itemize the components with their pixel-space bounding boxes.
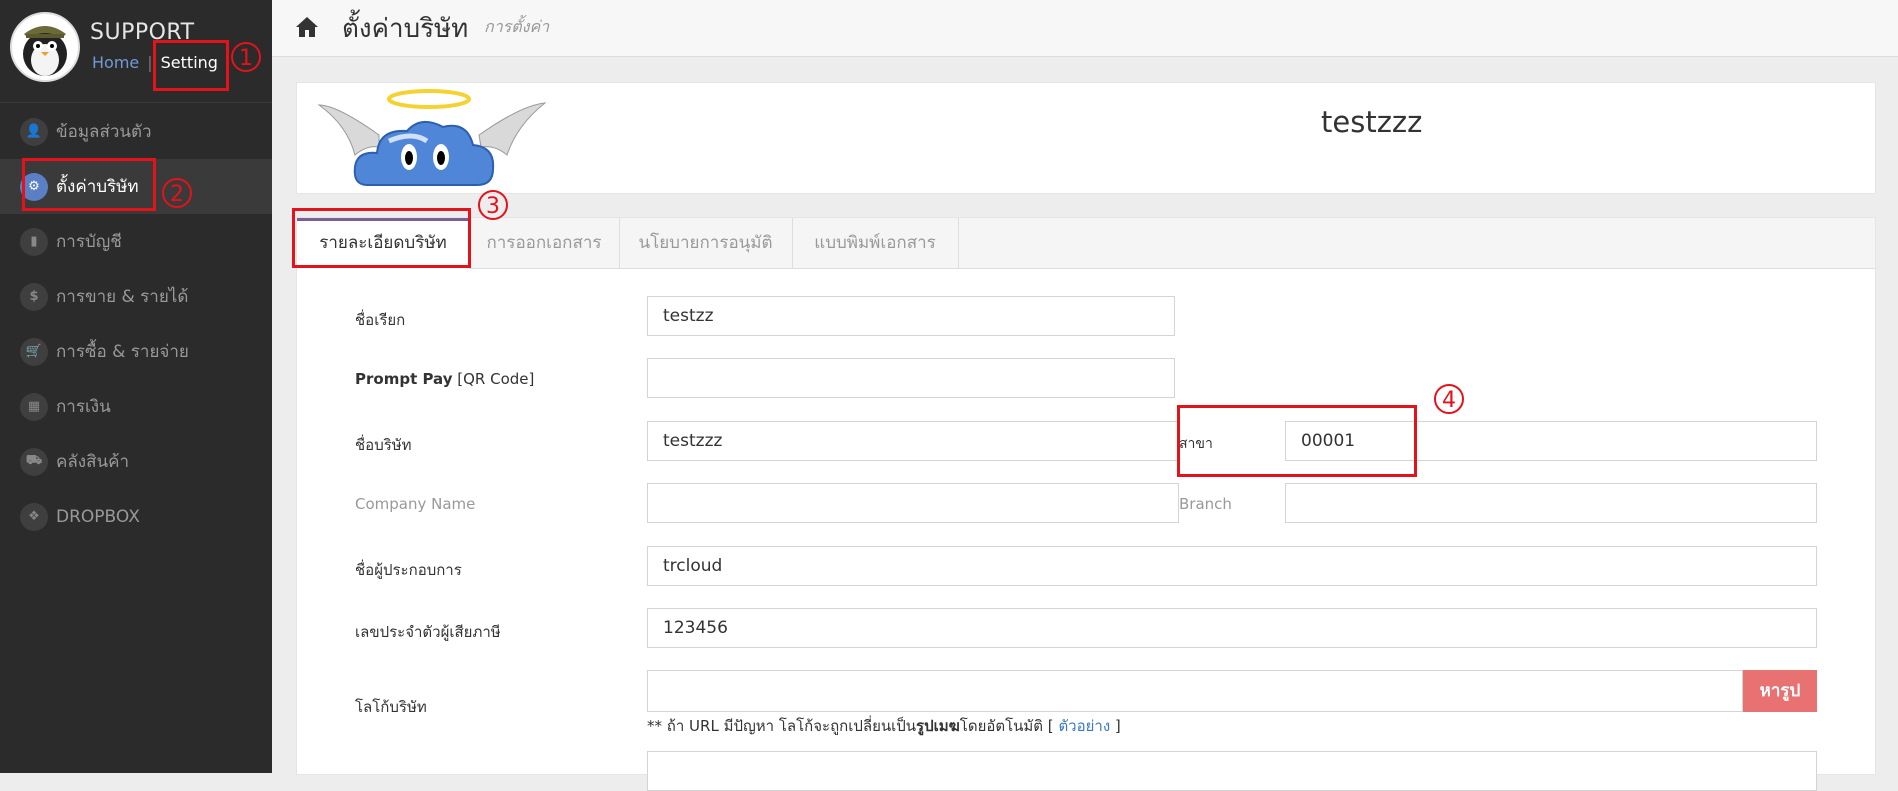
cart-icon: 🛒	[20, 337, 48, 366]
sidebar-item-label: ข้อมูลส่วนตัว	[56, 122, 152, 142]
sidebar-item-dropbox[interactable]: ❖ DROPBOX	[0, 489, 272, 544]
settings-panel: รายละเอียดบริษัท การออกเอกสาร นโยบายการอ…	[296, 217, 1876, 791]
avatar[interactable]	[10, 12, 80, 82]
user-icon: 👤	[20, 117, 48, 146]
promptpay-field[interactable]	[647, 358, 1175, 398]
sidebar-item-label: คลังสินค้า	[56, 452, 130, 472]
sidebar-item-purchases[interactable]: 🛒 การซื้อ & รายจ่าย	[0, 324, 272, 379]
next-field[interactable]	[647, 751, 1817, 791]
remove-image-button[interactable]: หารูป	[1743, 670, 1817, 712]
branch-en-label: Branch	[1179, 495, 1232, 513]
annotation-box-3	[292, 208, 471, 268]
tab-document-issuing[interactable]: การออกเอกสาร	[469, 218, 620, 268]
annotation-number-2: 2	[162, 178, 192, 208]
sidebar-item-label: การขาย & รายได้	[56, 287, 189, 307]
link-separator: |	[147, 53, 153, 72]
branch-en-field[interactable]	[1285, 483, 1817, 523]
logo-note: ** ถ้า URL มีปัญหา โลโก้จะถูกเปลี่ยนเป็น…	[647, 714, 1121, 738]
sidebar-item-accounting[interactable]: ▮ การบัญชี	[0, 214, 272, 269]
operator-label: ชื่อผู้ประกอบการ	[355, 561, 462, 579]
company-name-heading: testzzz	[1321, 105, 1423, 139]
sidebar-item-label: การบัญชี	[56, 232, 122, 252]
book-icon: ▮	[20, 227, 48, 256]
page-title: ตั้งค่าบริษัท	[342, 14, 469, 44]
sidebar-item-label: การเงิน	[56, 397, 111, 417]
tab-approval-policy[interactable]: นโยบายการอนุมัติ	[619, 218, 793, 268]
page-subtitle: การตั้งค่า	[484, 17, 550, 36]
annotation-number-3: 3	[478, 190, 508, 220]
note-bold: รูปเมฆ	[916, 717, 960, 735]
sidebar-item-label: การซื้อ & รายจ่าย	[56, 342, 189, 362]
example-link[interactable]: ตัวอย่าง	[1058, 717, 1110, 735]
sidebar-item-profile[interactable]: 👤 ข้อมูลส่วนตัว	[0, 104, 272, 159]
nickname-label: ชื่อเรียก	[355, 311, 406, 329]
tab-print-templates[interactable]: แบบพิมพ์เอกสาร	[792, 218, 959, 268]
sidebar-item-label: DROPBOX	[56, 506, 140, 527]
sidebar-item-finance[interactable]: ▦ การเงิน	[0, 379, 272, 434]
home-icon[interactable]	[294, 14, 320, 40]
sidebar-item-inventory[interactable]: ⛟ คลังสินค้า	[0, 434, 272, 489]
truck-icon: ⛟	[20, 447, 48, 476]
company-name-en-field[interactable]	[647, 483, 1179, 523]
annotation-number-4: 4	[1434, 384, 1464, 414]
dollar-icon: $	[20, 282, 48, 311]
sidebar: SUPPORT Home | Setting 👤 ข้อมูลส่วนตัว ⚙ ต…	[0, 0, 272, 773]
nickname-field[interactable]: testzz	[647, 296, 1175, 336]
promptpay-label-suffix: [QR Code]	[452, 370, 535, 388]
page-header: ตั้งค่าบริษัท การตั้งค่า	[272, 0, 1898, 57]
note-prefix: ** ถ้า URL มีปัญหา โลโก้จะถูกเปลี่ยนเป็น	[647, 717, 917, 735]
company-banner: testzzz	[296, 82, 1876, 194]
tab-bar: รายละเอียดบริษัท การออกเอกสาร นโยบายการอ…	[297, 218, 1875, 269]
company-name-label: ชื่อบริษัท	[355, 436, 412, 454]
note-close: ]	[1110, 717, 1121, 735]
note-suffix: โดยอัตโนมัติ [	[959, 717, 1059, 735]
annotation-box-4	[1177, 405, 1417, 477]
annotation-box-1	[153, 40, 229, 91]
sidebar-item-sales[interactable]: $ การขาย & รายได้	[0, 269, 272, 324]
taxid-field[interactable]: 123456	[647, 608, 1817, 648]
logo-url-field[interactable]	[647, 670, 1743, 712]
taxid-label: เลขประจำตัวผู้เสียภาษี	[355, 623, 501, 641]
calendar-icon: ▦	[20, 392, 48, 421]
company-name-field[interactable]: testzzz	[647, 421, 1179, 461]
logo-label: โลโก้บริษัท	[355, 698, 427, 716]
home-link[interactable]: Home	[92, 53, 139, 72]
annotation-number-1: 1	[231, 42, 261, 72]
operator-field[interactable]: trcloud	[647, 546, 1817, 586]
annotation-box-2	[22, 158, 156, 211]
dropbox-icon: ❖	[20, 502, 48, 531]
company-logo	[317, 89, 547, 186]
promptpay-label: Prompt Pay [QR Code]	[355, 370, 534, 388]
company-name-en-label: Company Name	[355, 495, 476, 513]
promptpay-label-bold: Prompt Pay	[355, 370, 453, 388]
